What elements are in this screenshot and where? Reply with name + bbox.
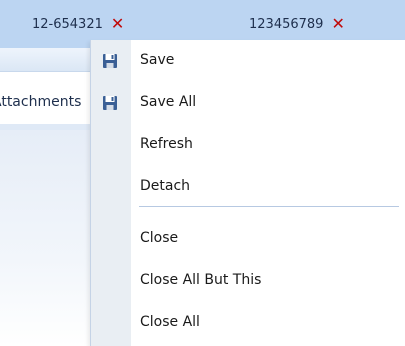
menu-item-label: Close	[140, 230, 179, 246]
menu-item-detach[interactable]: Detach	[91, 166, 405, 206]
menu-item-save-all[interactable]: Save All	[91, 82, 405, 122]
menu-item-close-all-but-this[interactable]: Close All But This	[91, 260, 405, 300]
menu-item-label: Close All	[140, 314, 200, 330]
tab-label: 123456789	[249, 16, 324, 32]
floppy-disk-icon	[103, 96, 117, 110]
menu-item-label: Save All	[140, 94, 197, 110]
menu-item-save[interactable]: Save	[91, 40, 405, 80]
menu-separator	[139, 206, 399, 207]
menu-item-close[interactable]: Close	[91, 218, 405, 258]
tab-attachments-label: Attachments	[0, 94, 82, 110]
menu-item-label: Save	[140, 52, 175, 68]
close-icon[interactable]: ✕	[111, 16, 124, 32]
menu-item-refresh[interactable]: Refresh	[91, 124, 405, 164]
floppy-disk-icon	[103, 54, 117, 68]
menu-item-close-all[interactable]: Close All	[91, 302, 405, 342]
menu-item-label: Close All But This	[140, 272, 262, 288]
tab-context-menu: Save Save All Refresh Detach Close Close…	[90, 40, 405, 346]
tab-label: 12-654321	[32, 16, 103, 32]
close-icon[interactable]: ✕	[331, 16, 344, 32]
menu-item-label: Refresh	[140, 136, 193, 152]
menu-item-label: Detach	[140, 178, 191, 194]
